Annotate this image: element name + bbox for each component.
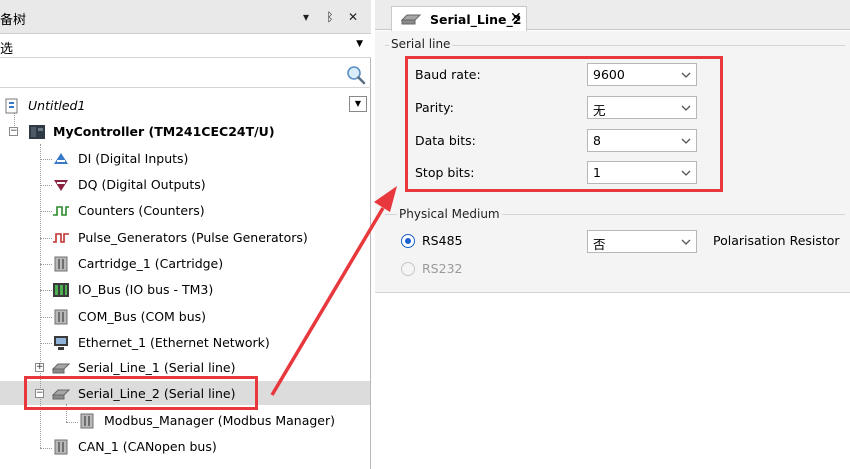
view-selector-value: 选	[0, 42, 14, 57]
tree-item-counters[interactable]: Counters (Counters)	[52, 199, 312, 223]
tree-root-project[interactable]: Untitled1	[4, 94, 204, 118]
tree-item-label: Counters (Counters)	[78, 203, 205, 218]
modbus-manager-icon	[80, 413, 94, 429]
tree-item-controller[interactable]: MyController (TM241CEC24T/U)	[28, 120, 308, 144]
com-bus-icon	[54, 309, 68, 325]
tree-item-com-bus[interactable]: COM_Bus (COM bus)	[52, 305, 312, 329]
tree-item-label: IO_Bus (IO bus - TM3)	[78, 282, 214, 297]
physical-medium-group-title: Physical Medium	[397, 207, 502, 221]
rs232-radio[interactable]	[401, 262, 415, 276]
io-bus-icon	[53, 283, 69, 297]
tree-item-di[interactable]: DI (Digital Inputs)	[52, 147, 312, 171]
device-tree: ▼ Untitled1 − MyController (TM241CEC24T/…	[0, 92, 370, 469]
tab-label: Serial_Line_2	[430, 12, 522, 27]
search-input[interactable]	[0, 62, 371, 88]
controller-icon	[29, 125, 45, 139]
canopen-bus-icon	[54, 439, 68, 455]
project-label: Untitled1	[28, 98, 86, 113]
tree-item-cartridge[interactable]: Cartridge_1 (Cartridge)	[52, 252, 312, 276]
rs485-radio[interactable]	[401, 234, 415, 248]
annotation-box-serial-settings	[405, 56, 723, 192]
tab-serial-line-2[interactable]: Serial_Line_2 ✕	[391, 6, 527, 31]
tree-item-can-1[interactable]: CAN_1 (CANopen bus)	[52, 435, 312, 459]
panel-pin-icon[interactable]: ᛒ	[320, 7, 340, 27]
polarisation-resistor-label: Polarisation Resistor	[713, 233, 840, 248]
serial-line-icon	[52, 363, 70, 374]
pulse-generators-icon	[53, 233, 69, 243]
tree-item-label: COM_Bus (COM bus)	[78, 309, 207, 324]
rs485-label: RS485	[422, 233, 463, 248]
rs232-label: RS232	[422, 261, 463, 276]
serial-line-icon	[401, 14, 421, 25]
chevron-down-icon	[681, 239, 691, 245]
cartridge-icon	[54, 256, 68, 272]
tree-item-label: DI (Digital Inputs)	[78, 151, 189, 166]
tab-close-button[interactable]: ✕	[510, 10, 522, 26]
device-tree-title: 备树	[0, 13, 27, 28]
search-icon[interactable]	[345, 64, 367, 86]
tree-item-io-bus[interactable]: IO_Bus (IO bus - TM3)	[52, 278, 312, 302]
tree-item-pulse-generators[interactable]: Pulse_Generators (Pulse Generators)	[52, 226, 352, 250]
controller-label: MyController (TM241CEC24T/U)	[53, 124, 275, 139]
panel-close-button[interactable]: ✕	[343, 7, 363, 27]
tree-item-dq[interactable]: DQ (Digital Outputs)	[52, 173, 312, 197]
polarisation-resistor-select[interactable]: 否	[587, 230, 697, 253]
chevron-down-icon[interactable]: ▼	[356, 39, 363, 49]
collapse-controller-button[interactable]: −	[9, 127, 18, 136]
tree-item-label: DQ (Digital Outputs)	[78, 177, 206, 192]
expand-serial-line-1-button[interactable]: +	[35, 363, 44, 372]
device-tree-titlebar: 备树 ▾ ᛒ ✕	[0, 0, 371, 34]
ethernet-icon	[54, 336, 68, 350]
tree-item-modbus-manager[interactable]: Modbus_Manager (Modbus Manager)	[78, 409, 358, 433]
digital-outputs-icon	[54, 180, 68, 191]
digital-inputs-icon	[54, 153, 68, 164]
polarisation-resistor-value: 否	[593, 237, 606, 252]
view-selector[interactable]: 选 ▼	[0, 34, 371, 58]
tree-item-label: CAN_1 (CANopen bus)	[78, 439, 217, 454]
tree-item-label: Modbus_Manager (Modbus Manager)	[104, 413, 336, 428]
serial-line-group-title: Serial line	[389, 37, 453, 51]
tree-menu-button[interactable]: ▼	[349, 96, 367, 112]
tree-item-label: Ethernet_1 (Ethernet Network)	[78, 335, 270, 350]
tree-item-ethernet[interactable]: Ethernet_1 (Ethernet Network)	[52, 331, 332, 355]
tree-item-label: Pulse_Generators (Pulse Generators)	[78, 230, 308, 245]
tree-item-label: Cartridge_1 (Cartridge)	[78, 256, 224, 271]
project-icon	[5, 98, 18, 114]
annotation-box-serial-line-2	[24, 376, 258, 410]
panel-dropdown-button[interactable]: ▾	[296, 7, 316, 27]
editor-tab-strip: Serial_Line_2 ✕	[375, 0, 850, 31]
counters-icon	[53, 206, 69, 216]
